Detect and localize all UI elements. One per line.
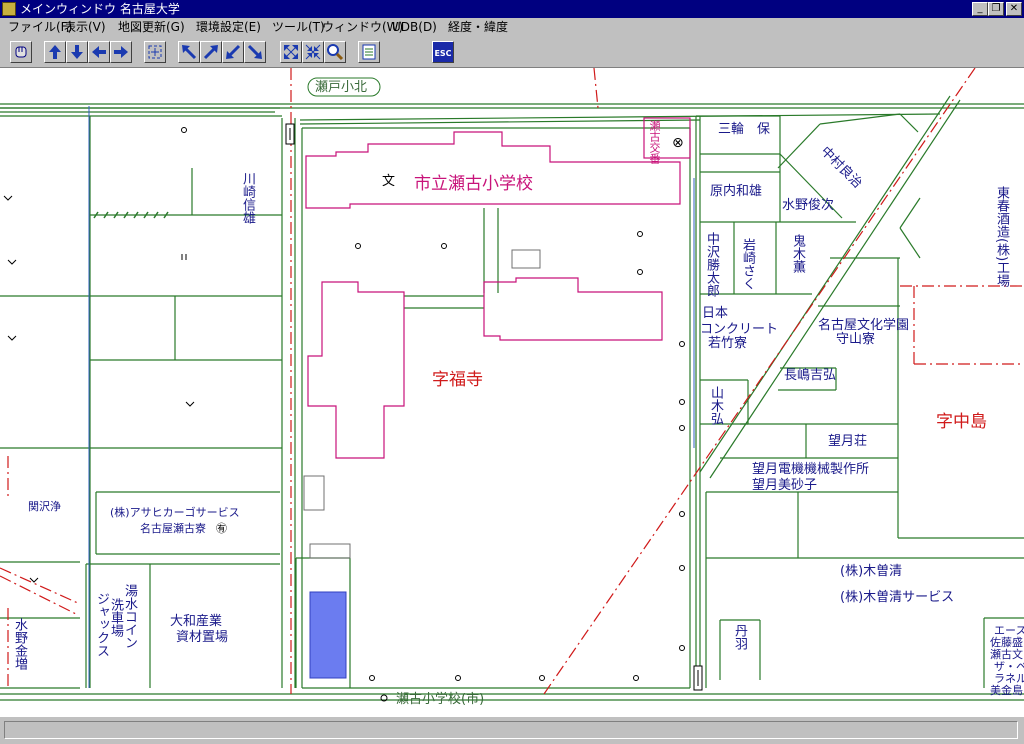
label-harauchi-kazuo[interactable]: 原内和雄: [710, 184, 762, 199]
label-kiso-sei[interactable]: (株)木曽清: [840, 564, 902, 579]
zoom-out-button[interactable]: [302, 41, 324, 63]
label-mochizuki-misako[interactable]: 望月美砂子: [752, 478, 817, 493]
document-list-icon: [362, 44, 376, 60]
road-label-seko-school: 瀬古小学校(市): [396, 692, 485, 707]
label-ace-6[interactable]: 美金島: [990, 684, 1023, 697]
esc-label: ESC: [434, 49, 452, 58]
scroll-down-button[interactable]: [66, 41, 88, 63]
label-nakazawa-katsutaro[interactable]: 中沢勝太郎: [704, 232, 719, 297]
label-nihon-concrete-3[interactable]: 若竹寮: [708, 336, 747, 351]
scroll-left-button[interactable]: [88, 41, 110, 63]
map-view[interactable]: 瀬戸小北 瀬古小学校(市) 文 市立瀬古小学校 字福寺 字中島 瀬古交番 ⊗ 川…: [0, 68, 1024, 716]
scroll-right-button[interactable]: [110, 41, 132, 63]
title-bar: メインウィンドウ 名古屋大学 _ ❐ ✕: [0, 0, 1024, 18]
map-canvas[interactable]: [0, 68, 1024, 716]
menu-tools[interactable]: ツール(T): [272, 20, 325, 35]
label-senshajo[interactable]: 洗車場: [108, 598, 123, 637]
arrow-up-icon: [49, 45, 61, 59]
label-jackus[interactable]: ジャックス: [94, 592, 109, 657]
label-daiwa-2[interactable]: 資材置場: [176, 630, 228, 645]
scroll-up-button[interactable]: [44, 41, 66, 63]
label-nihon-concrete-1[interactable]: 日本: [702, 306, 728, 321]
tree-symbols: [181, 127, 685, 702]
label-kiso-sei-service[interactable]: (株)木曽清サービス: [840, 590, 954, 605]
close-button[interactable]: ✕: [1006, 2, 1022, 16]
arrow-down-right-icon: [247, 44, 262, 59]
label-sekishita-kiyoshi[interactable]: 関沢浄: [28, 500, 61, 513]
menu-udb[interactable]: UDB(D): [392, 20, 437, 35]
search-button[interactable]: [324, 41, 346, 63]
pool-rect: [309, 591, 347, 679]
koban-label[interactable]: 瀬古交番: [648, 120, 661, 164]
label-mochizuki-kikai[interactable]: 望月電機機械製作所: [752, 462, 869, 477]
shrink-icon: [305, 44, 321, 60]
label-iwasaki-saku[interactable]: 岩崎さく: [740, 238, 755, 290]
hand-icon: [15, 46, 27, 58]
menu-file[interactable]: ファイル(F): [8, 20, 72, 35]
magnifier-icon: [327, 44, 344, 61]
menu-settings[interactable]: 環境設定(E): [196, 20, 261, 35]
label-nagoya-bunka-2[interactable]: 守山寮: [836, 332, 875, 347]
center-view-button[interactable]: [144, 41, 166, 63]
menu-bar: ファイル(F) 表示(V) 地図更新(G) 環境設定(E) ツール(T) ウィン…: [0, 18, 1024, 37]
label-kawasaki-nobuyuki[interactable]: 川崎信雄: [240, 172, 255, 224]
label-miwa-tamotsu[interactable]: 三輪 保: [718, 122, 770, 137]
label-daiwa-1[interactable]: 大和産業: [170, 614, 222, 629]
arrow-down-icon: [71, 45, 83, 59]
hand-pan-button[interactable]: [10, 41, 32, 63]
expand-icon: [284, 45, 298, 59]
app-icon: [2, 2, 16, 16]
label-yusui-coin[interactable]: 湯水コイン: [122, 584, 137, 649]
print-button[interactable]: [358, 41, 380, 63]
koban-symbol: ⊗: [672, 135, 684, 151]
label-maruha[interactable]: 丹羽: [732, 624, 747, 650]
label-nagasaki-yoshihiro[interactable]: 長嶋吉弘: [784, 368, 836, 383]
road-label-seto-sho-kita: 瀬戸小北: [315, 80, 368, 95]
scroll-down-right-button[interactable]: [244, 41, 266, 63]
school-name-label[interactable]: 市立瀬古小学校: [414, 174, 533, 194]
arrow-up-right-icon: [203, 45, 218, 60]
status-panel: [4, 721, 1018, 739]
label-nagoya-bunka-1[interactable]: 名古屋文化学園: [818, 318, 909, 333]
place-label-fukuji: 字福寺: [432, 370, 483, 390]
menu-map-update[interactable]: 地図更新(G): [118, 20, 185, 35]
label-higashi-haru-brewery[interactable]: 東春酒造(株)工場: [994, 186, 1009, 287]
toolbar: ESC: [0, 37, 1024, 68]
menu-view[interactable]: 表示(V): [64, 20, 106, 35]
label-nihon-concrete-2[interactable]: コンクリート: [700, 322, 778, 337]
arrow-up-left-icon: [182, 45, 197, 60]
zoom-in-button[interactable]: [280, 41, 302, 63]
restore-button[interactable]: ❐: [988, 2, 1004, 16]
label-mizuno-toshitsugu[interactable]: 水野俊次: [782, 198, 834, 213]
school-symbol: 文: [382, 174, 396, 189]
label-mochizuki-sou[interactable]: 望月荘: [828, 434, 867, 449]
label-mizuno-kinzo[interactable]: 水野金増: [12, 618, 27, 670]
esc-button[interactable]: ESC: [432, 41, 454, 63]
arrow-right-icon: [114, 46, 128, 58]
status-bar: [0, 716, 1024, 744]
scroll-down-left-button[interactable]: [222, 41, 244, 63]
menu-lonlat[interactable]: 経度・緯度: [448, 20, 508, 35]
asahi-cargo-mark: ㊒: [216, 522, 227, 535]
arrow-left-icon: [92, 46, 106, 58]
place-label-nakajima: 字中島: [936, 412, 987, 432]
scroll-up-left-button[interactable]: [178, 41, 200, 63]
label-yamaki-hiroshi[interactable]: 山木弘: [708, 386, 723, 425]
label-oniki-kaoru[interactable]: 鬼木薫: [790, 234, 805, 273]
window-title: メインウィンドウ 名古屋大学: [20, 2, 180, 16]
label-asahi-cargo-2[interactable]: 名古屋瀬古寮: [140, 522, 206, 535]
minimize-button[interactable]: _: [972, 2, 988, 16]
label-asahi-cargo-1[interactable]: (株)アサヒカーゴサービス: [110, 506, 240, 519]
scroll-up-right-button[interactable]: [200, 41, 222, 63]
crosshair-frame-icon: [148, 45, 162, 59]
arrow-down-left-icon: [226, 44, 241, 59]
